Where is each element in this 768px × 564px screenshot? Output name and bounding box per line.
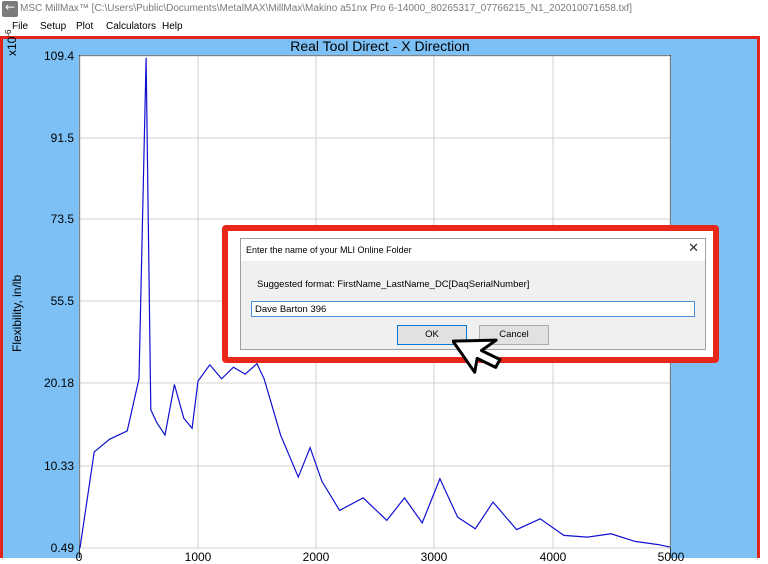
dialog-hint-text: Suggested format: FirstName_LastName_DC[… [257,279,530,290]
close-icon[interactable]: ✕ [688,241,699,256]
dialog-titlebar: Enter the name of your MLI Online Folder… [241,239,705,261]
folder-name-input[interactable] [251,301,695,317]
mouse-pointer-icon [452,338,502,374]
dialog-title: Enter the name of your MLI Online Folder [246,245,412,255]
